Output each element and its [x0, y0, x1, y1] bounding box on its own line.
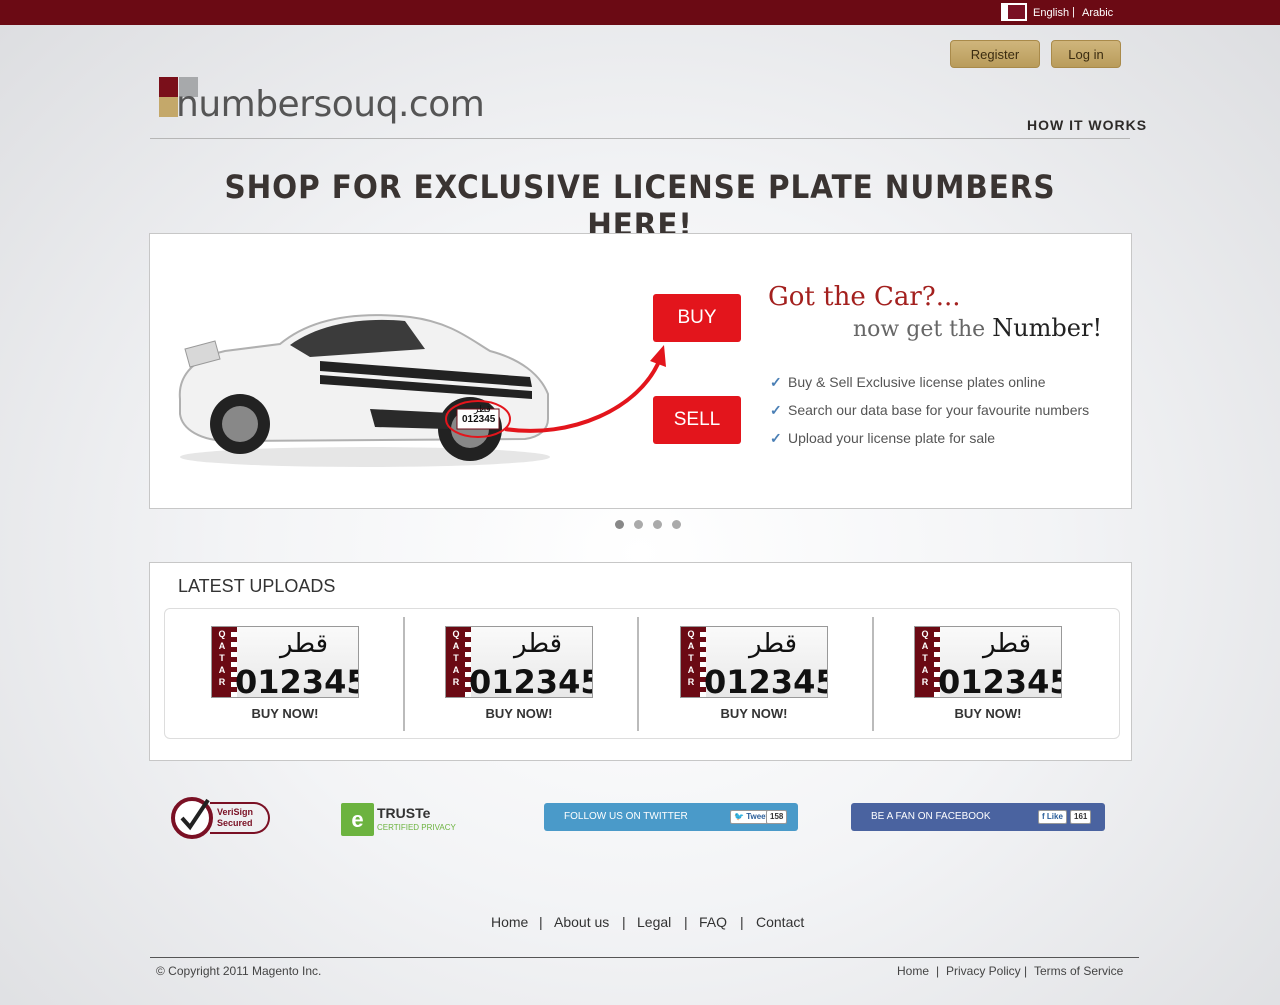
buy-now-link[interactable]: BUY NOW!	[914, 706, 1062, 721]
buy-now-link[interactable]: BUY NOW!	[445, 706, 593, 721]
footer-link-legal[interactable]: Legal	[637, 914, 671, 930]
license-plate-image[interactable]: Q A T A R قطر 012345	[914, 626, 1062, 698]
upload-item[interactable]: Q A T A R قطر 012345 BUY NOW!	[914, 616, 1062, 732]
register-button[interactable]: Register	[950, 40, 1040, 68]
feature-bullet: ✓ Upload your license plate for sale	[770, 430, 996, 446]
twitter-follow-button[interactable]: FOLLOW US ON TWITTER 🐦 Tweet 158	[544, 803, 798, 831]
checkmark-icon: ✓	[770, 402, 782, 418]
tweet-count: 158	[766, 810, 788, 824]
footer-link-contact[interactable]: Contact	[756, 914, 804, 930]
footer-separator: |	[936, 964, 940, 978]
upload-item[interactable]: Q A T A R قطر 012345 BUY NOW!	[211, 616, 359, 732]
tagline-secondary-prefix: now get the	[853, 317, 986, 342]
truste-e-icon: e	[341, 803, 374, 836]
upload-item[interactable]: Q A T A R قطر 012345 BUY NOW!	[680, 616, 828, 732]
buy-now-link[interactable]: BUY NOW!	[211, 706, 359, 721]
footer-separator: |	[539, 914, 543, 930]
column-divider	[637, 617, 639, 731]
hero-banner: قطر 012345 BUY SELL Got the Car?... now …	[149, 233, 1132, 509]
like-count: 161	[1070, 810, 1092, 824]
slider-dot-4[interactable]	[672, 520, 681, 529]
bottom-link-terms[interactable]: Terms of Service	[1034, 964, 1123, 978]
footer-separator: |	[1024, 964, 1028, 978]
tagline-primary: Got the Car?...	[768, 282, 961, 312]
checkmark-icon: ✓	[770, 374, 782, 390]
copyright-text: © Copyright 2011 Magento Inc.	[156, 964, 322, 978]
hero-plate-number: 012345	[462, 414, 496, 425]
license-plate-image[interactable]: Q A T A R قطر 012345	[211, 626, 359, 698]
footer-separator: |	[684, 914, 688, 930]
arrow-icon	[504, 345, 666, 433]
truste-badge[interactable]: e TRUSTe CERTIFIED PRIVACY	[341, 803, 461, 837]
qatar-flag-icon	[1001, 3, 1027, 21]
bottom-link-privacy[interactable]: Privacy Policy	[946, 964, 1021, 978]
verisign-badge[interactable]: VeriSign Secured	[170, 788, 272, 842]
latest-uploads-title: LATEST UPLOADS	[178, 576, 336, 596]
sell-button[interactable]: SELL	[653, 396, 741, 444]
lang-english-link[interactable]: English	[1033, 7, 1069, 19]
upload-item[interactable]: Q A T A R قطر 012345 BUY NOW!	[445, 616, 593, 732]
uploads-carousel: Q A T A R قطر 012345 BUY NOW! Q A T A R …	[164, 608, 1120, 739]
twitter-bird-icon: 🐦	[734, 812, 744, 821]
how-it-works-link[interactable]: HOW IT WORKS	[1027, 117, 1147, 133]
feature-bullet: ✓ Buy & Sell Exclusive license plates onl…	[770, 374, 1046, 390]
license-plate-image[interactable]: Q A T A R قطر 012345	[680, 626, 828, 698]
footer-divider	[150, 957, 1139, 958]
slider-dot-3[interactable]	[653, 520, 662, 529]
lang-arabic-link[interactable]: Arabic	[1082, 7, 1113, 19]
column-divider	[403, 617, 405, 731]
verisign-check-icon	[171, 797, 213, 839]
lang-separator: |	[1072, 6, 1075, 18]
footer-link-about[interactable]: About us	[554, 914, 609, 930]
slider-dot-1[interactable]	[615, 520, 624, 529]
logo-text[interactable]: numbersouq.com	[176, 84, 485, 125]
buy-button[interactable]: BUY	[653, 294, 741, 342]
bottom-link-home[interactable]: Home	[897, 964, 929, 978]
footer-link-home[interactable]: Home	[491, 914, 528, 930]
buy-now-link[interactable]: BUY NOW!	[680, 706, 828, 721]
login-button[interactable]: Log in	[1051, 40, 1121, 68]
facebook-fan-button[interactable]: BE A FAN ON FACEBOOK f Like 161	[851, 803, 1105, 831]
footer-link-faq[interactable]: FAQ	[699, 914, 727, 930]
checkmark-icon: ✓	[770, 430, 782, 446]
facebook-icon: f	[1042, 812, 1045, 821]
header-divider	[150, 138, 1130, 139]
footer-separator: |	[622, 914, 626, 930]
tagline-secondary: now get the Number!	[853, 314, 1102, 342]
feature-bullet: ✓ Search our data base for your favourite…	[770, 402, 1090, 418]
license-plate-image[interactable]: Q A T A R قطر 012345	[445, 626, 593, 698]
footer-separator: |	[740, 914, 744, 930]
column-divider	[872, 617, 874, 731]
latest-uploads-panel: LATEST UPLOADS Q A T A R قطر 012345 BUY …	[149, 562, 1132, 761]
tagline-secondary-emphasis: Number!	[992, 314, 1103, 342]
slider-dot-2[interactable]	[634, 520, 643, 529]
facebook-like-button[interactable]: f Like	[1038, 810, 1067, 824]
